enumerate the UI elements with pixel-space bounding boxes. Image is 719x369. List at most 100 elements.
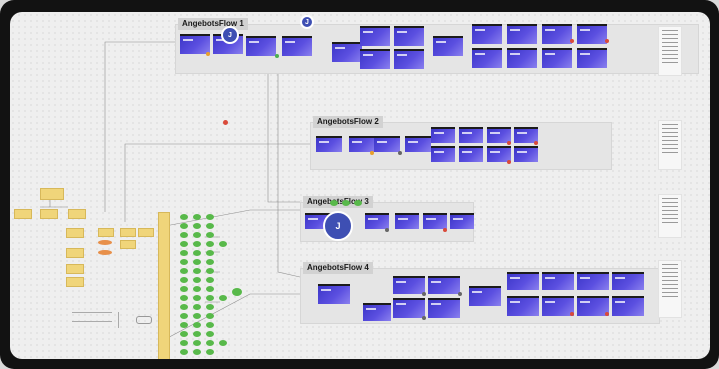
- flow-title-4[interactable]: AngebotsFlow 4: [303, 262, 373, 274]
- state-node[interactable]: [206, 214, 214, 220]
- collaborator-avatar[interactable]: J: [323, 211, 353, 241]
- state-node[interactable]: [206, 241, 214, 247]
- flow1-screen[interactable]: [394, 26, 424, 46]
- state-node[interactable]: [206, 331, 214, 337]
- state-node[interactable]: [206, 250, 214, 256]
- state-node[interactable]: [180, 295, 188, 301]
- state-node[interactable]: [206, 295, 214, 301]
- state-node[interactable]: [180, 214, 188, 220]
- state-node[interactable]: [180, 277, 188, 283]
- sitemap-sticky[interactable]: [40, 188, 64, 200]
- flow4-screen[interactable]: [393, 298, 425, 318]
- state-node[interactable]: [180, 313, 188, 319]
- state-node[interactable]: [206, 286, 214, 292]
- state-node[interactable]: [206, 268, 214, 274]
- flow1-screen[interactable]: [332, 42, 362, 62]
- decision-node[interactable]: [98, 250, 112, 255]
- state-node[interactable]: [193, 250, 201, 256]
- comment-marker[interactable]: [223, 120, 228, 125]
- flow3-screen[interactable]: [395, 213, 419, 229]
- flow1-screen[interactable]: [472, 48, 502, 68]
- decision-node[interactable]: [98, 240, 112, 245]
- state-node[interactable]: [180, 223, 188, 229]
- flow1-screen[interactable]: [394, 49, 424, 69]
- state-node[interactable]: [219, 241, 227, 247]
- flow4-screen[interactable]: [612, 272, 644, 290]
- flow2-screen[interactable]: [374, 136, 400, 152]
- state-node[interactable]: [180, 241, 188, 247]
- flow1-screen[interactable]: [542, 24, 572, 44]
- flow4-screen[interactable]: [393, 276, 425, 294]
- state-node[interactable]: [180, 322, 188, 328]
- flow4-screen[interactable]: [507, 296, 539, 316]
- state-node[interactable]: [193, 223, 201, 229]
- flow3-screen[interactable]: [423, 213, 447, 229]
- flow4-screen[interactable]: [542, 272, 574, 290]
- collaborator-avatar[interactable]: J: [221, 26, 239, 44]
- state-node[interactable]: [193, 268, 201, 274]
- flow4-screen[interactable]: [318, 284, 350, 304]
- state-node[interactable]: [180, 259, 188, 265]
- state-node[interactable]: [219, 295, 227, 301]
- flow-title-1[interactable]: AngebotsFlow 1: [178, 18, 248, 30]
- flow1-screen[interactable]: [360, 49, 390, 69]
- flow2-screen[interactable]: [459, 127, 483, 143]
- flow1-screen[interactable]: [577, 48, 607, 68]
- state-node[interactable]: [206, 304, 214, 310]
- flow1-screen[interactable]: [472, 24, 502, 44]
- flow4-screen[interactable]: [507, 272, 539, 290]
- sitemap-sticky[interactable]: [120, 228, 136, 237]
- state-node[interactable]: [193, 214, 201, 220]
- flow1-screen[interactable]: [180, 34, 210, 54]
- flow1-screen[interactable]: [282, 36, 312, 56]
- state-node[interactable]: [180, 268, 188, 274]
- state-node[interactable]: [206, 232, 214, 238]
- annotation-note[interactable]: [658, 120, 682, 170]
- state-node[interactable]: [193, 313, 201, 319]
- state-node[interactable]: [219, 340, 227, 346]
- state-node[interactable]: [180, 286, 188, 292]
- flow-title-2[interactable]: AngebotsFlow 2: [313, 116, 383, 128]
- flow3-screen[interactable]: [450, 213, 474, 229]
- state-node[interactable]: [206, 259, 214, 265]
- state-node[interactable]: [180, 331, 188, 337]
- collaborator-avatar[interactable]: J: [300, 15, 314, 29]
- flow4-screen[interactable]: [363, 303, 391, 321]
- state-node[interactable]: [193, 241, 201, 247]
- flow4-screen[interactable]: [428, 298, 460, 318]
- state-node[interactable]: [206, 277, 214, 283]
- state-node[interactable]: [206, 340, 214, 346]
- state-node[interactable]: [193, 277, 201, 283]
- flow4-screen[interactable]: [428, 276, 460, 294]
- flow1-screen[interactable]: [577, 24, 607, 44]
- state-node[interactable]: [193, 322, 201, 328]
- state-node[interactable]: [193, 304, 201, 310]
- state-node[interactable]: [193, 286, 201, 292]
- sitemap-sticky[interactable]: [138, 228, 154, 237]
- state-node[interactable]: [180, 232, 188, 238]
- flow2-screen[interactable]: [459, 146, 483, 162]
- state-node[interactable]: [193, 259, 201, 265]
- flow4-screen[interactable]: [469, 286, 501, 306]
- flow1-screen[interactable]: [507, 24, 537, 44]
- sitemap-sticky[interactable]: [40, 209, 58, 219]
- flow2-screen[interactable]: [349, 136, 375, 152]
- state-node[interactable]: [193, 340, 201, 346]
- flow2-screen[interactable]: [514, 146, 538, 162]
- sitemap-sticky[interactable]: [68, 209, 86, 219]
- flow4-screen[interactable]: [612, 296, 644, 316]
- flow1-screen[interactable]: [507, 48, 537, 68]
- flow1-screen[interactable]: [246, 36, 276, 56]
- flow1-screen[interactable]: [360, 26, 390, 46]
- sitemap-sticky[interactable]: [120, 240, 136, 249]
- state-node[interactable]: [193, 349, 201, 355]
- state-node[interactable]: [232, 288, 242, 296]
- state-node[interactable]: [193, 232, 201, 238]
- flow4-screen[interactable]: [577, 272, 609, 290]
- flow1-screen[interactable]: [433, 36, 463, 56]
- flow2-screen[interactable]: [431, 146, 455, 162]
- annotation-note[interactable]: [658, 26, 682, 76]
- sitemap-sticky[interactable]: [66, 228, 84, 238]
- state-node[interactable]: [206, 223, 214, 229]
- flow3-screen[interactable]: [365, 213, 389, 229]
